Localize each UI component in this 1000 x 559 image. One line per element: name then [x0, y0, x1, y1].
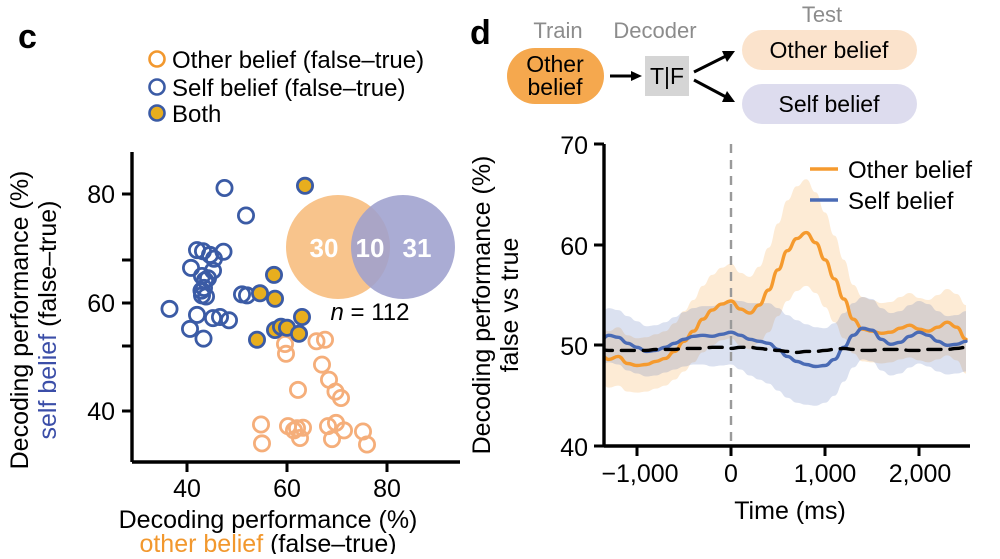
venn-diagram: 30 10 31 n = 112	[286, 195, 455, 326]
panel-d-y-title-line2: false vs true	[496, 238, 524, 373]
panel-c-y-tick-60: 60	[87, 290, 115, 318]
venn-n-label: n = 112	[331, 299, 410, 326]
venn-count-left: 30	[310, 233, 339, 263]
panel-d-legend-label-self: Self belief	[848, 188, 954, 215]
test-pill-self-belief-label: Self belief	[778, 91, 880, 117]
flow-label-decoder: Decoder	[613, 18, 696, 43]
panel-d-x-tick-2000: 2,000	[889, 460, 952, 488]
panel-c-y-tick-40: 40	[87, 398, 115, 426]
panel-c-y-title-line2: self belief (false–true)	[34, 200, 62, 439]
scatter-point	[289, 324, 308, 343]
scatter-point	[252, 434, 271, 453]
flow-label-train: Train	[533, 18, 582, 43]
legend-marker-both-icon	[148, 104, 166, 122]
scatter-point	[180, 319, 199, 338]
scatter-point	[295, 176, 314, 195]
arrow-decoder-to-other-icon	[693, 51, 735, 74]
test-pill-other-belief-label: Other belief	[770, 37, 890, 63]
panel-d-y-tick-60: 60	[560, 233, 588, 261]
scatter-point	[276, 344, 295, 363]
scatter-point	[236, 206, 255, 225]
panel-d-x-axis-title: Time (ms)	[734, 497, 846, 525]
scatter-point	[264, 265, 283, 284]
panel-d-x-tick-0: 0	[724, 460, 738, 488]
scatter-point	[288, 380, 307, 399]
train-pill-label-line2: belief	[528, 74, 584, 100]
panel-d-y-tick-70: 70	[560, 132, 588, 160]
panel-d-flow-diagram: Train Decoder Test Other belief T|F Othe…	[507, 2, 917, 124]
panel-c-y-title-line1: Decoding performance (%)	[6, 171, 34, 470]
panel-d-legend-label-other: Other belief	[848, 157, 972, 184]
panel-c-y-tick-80: 80	[87, 181, 115, 209]
panel-c-x-tick-40: 40	[173, 475, 201, 503]
scatter-point	[215, 178, 234, 197]
panel-c-x-tick-80: 80	[373, 475, 401, 503]
figure-root: c Other belief (false–true) Self belief …	[0, 0, 1000, 558]
scatter-point	[251, 415, 270, 434]
panel-d-x-tick-1000: 1,000	[794, 460, 857, 488]
scatter-point	[194, 329, 213, 348]
scatter-point	[312, 355, 331, 374]
panel-d-y-axis-title: Decoding performance (%) false vs true	[468, 156, 524, 455]
panel-c-y-axis-title: Decoding performance (%) self belief (fa…	[6, 171, 62, 470]
panel-c-legend: Other belief (false–true) Self belief (f…	[148, 47, 424, 128]
flow-label-test: Test	[802, 2, 842, 27]
scatter-point	[250, 284, 269, 303]
legend-label-both: Both	[172, 101, 221, 128]
panel-c-letter: c	[18, 18, 37, 56]
panel-c-x-title-rest: (false–true)	[263, 530, 396, 554]
panel-c-x-tick-60: 60	[273, 475, 301, 503]
figure-svg: c Other belief (false–true) Self belief …	[6, 2, 972, 558]
panel-c-y-title-rest: (false–true)	[34, 200, 62, 333]
legend-label-other-belief: Other belief (false–true)	[172, 47, 424, 74]
legend-label-self-belief: Self belief (false–true)	[172, 75, 405, 102]
legend-marker-self-belief-icon	[148, 78, 166, 96]
venn-n-rest: = 112	[344, 299, 410, 326]
panel-d-x-tick-neg1000: −1,000	[601, 460, 678, 488]
panel-c-x-axis-title: Decoding performance (%) other belief (f…	[119, 506, 418, 558]
panel-d-y-tick-50: 50	[560, 333, 588, 361]
arrow-decoder-to-self-icon	[693, 78, 735, 102]
panel-c: c Other belief (false–true) Self belief …	[6, 18, 460, 558]
scatter-point	[219, 311, 238, 330]
panel-d: d Train Decoder Test Other belief T|F Ot…	[468, 2, 972, 525]
panel-d-letter: d	[470, 14, 491, 52]
scatter-point	[292, 307, 311, 326]
venn-count-overlap: 10	[356, 233, 385, 263]
decoder-box-label: T|F	[650, 63, 684, 89]
venn-n-italic: n	[331, 299, 344, 326]
venn-count-right: 31	[403, 233, 432, 263]
panel-c-x-title-colored: other belief	[139, 530, 263, 554]
panel-d-y-tick-40: 40	[560, 434, 588, 462]
panel-d-legend: Other belief Self belief	[810, 157, 972, 215]
legend-marker-other-belief-icon	[148, 50, 166, 68]
scatter-point	[247, 330, 266, 349]
panel-c-x-title-line2: other belief (false–true)	[139, 530, 396, 554]
arrow-train-to-decoder-icon	[610, 71, 642, 81]
scatter-point	[265, 289, 284, 308]
panel-c-y-title-colored: self belief	[34, 334, 62, 440]
panel-d-y-title-line1: Decoding performance (%)	[468, 156, 496, 455]
scatter-point	[160, 299, 179, 318]
